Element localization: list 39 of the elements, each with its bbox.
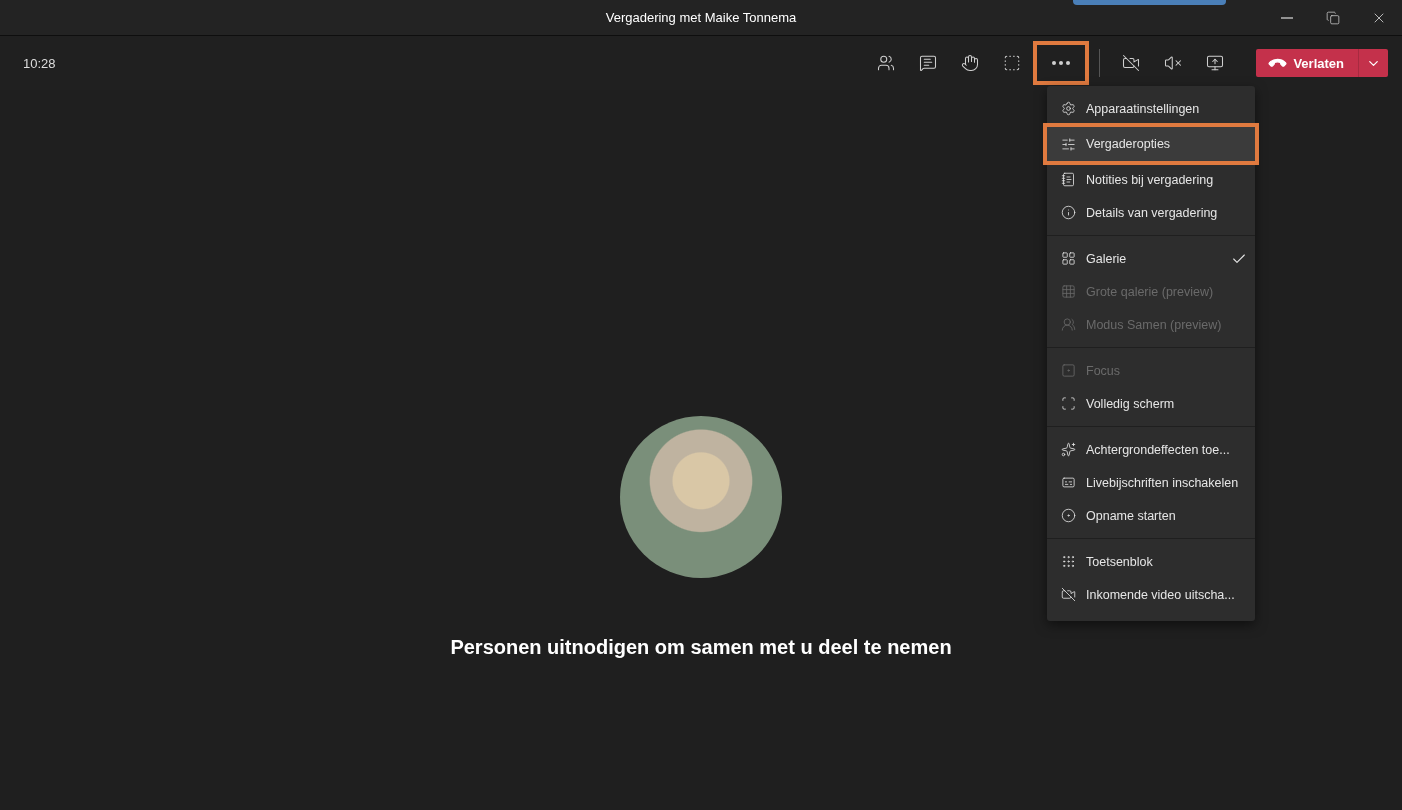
square-icon (1003, 54, 1022, 72)
chat-icon (919, 54, 938, 72)
grid-icon (1061, 251, 1076, 266)
meeting-time: 10:28 (23, 55, 57, 71)
settings-icon (1061, 101, 1076, 116)
menu-item[interactable]: Apparaatinstellingen (1047, 92, 1255, 125)
info-icon (1061, 205, 1076, 220)
fullscreen-icon (1061, 396, 1076, 411)
notepad-icon (1061, 172, 1076, 187)
speaker-mute-icon (1164, 54, 1183, 72)
menu-item[interactable]: Galerie (1047, 242, 1255, 275)
leave-button[interactable]: Verlaten (1256, 49, 1358, 77)
people-icon (877, 54, 896, 72)
video-off-icon (1061, 587, 1076, 602)
more-icon (1052, 61, 1071, 65)
grid-icon (1061, 284, 1076, 299)
window-title: Vergadering met Maike Tonnema (605, 10, 797, 25)
invite-text: Personen uitnodigen om samen met u deel te nemen (450, 636, 952, 659)
hand-icon (961, 54, 980, 72)
menu-item[interactable]: Livebijschriften inschakelen (1047, 466, 1255, 499)
record-icon (1061, 508, 1076, 523)
toolbar-button[interactable] (1033, 41, 1090, 85)
minimize-icon (1281, 16, 1293, 19)
menu-item[interactable]: Details van vergadering (1047, 196, 1255, 229)
menu-item[interactable]: Opname starten (1047, 499, 1255, 532)
menu-item[interactable]: Volledig scherm (1047, 387, 1255, 420)
menu-item[interactable]: Inkomende video uitscha... (1047, 578, 1255, 611)
focus-icon (1061, 363, 1076, 378)
menu-item[interactable]: Toetsenblok (1047, 545, 1255, 578)
menu-item[interactable]: Achtergrondeffecten toe... (1047, 433, 1255, 466)
menu-item[interactable]: Notities bij vergadering (1047, 163, 1255, 196)
sliders-icon (1061, 136, 1076, 152)
share-screen-icon (1206, 54, 1225, 72)
keypad-icon (1061, 554, 1076, 569)
captions-icon (1061, 475, 1076, 490)
restore-icon (1326, 10, 1340, 25)
camera-off-icon (1122, 54, 1141, 72)
people-icon (1061, 317, 1076, 332)
sparkles-icon (1061, 442, 1076, 457)
